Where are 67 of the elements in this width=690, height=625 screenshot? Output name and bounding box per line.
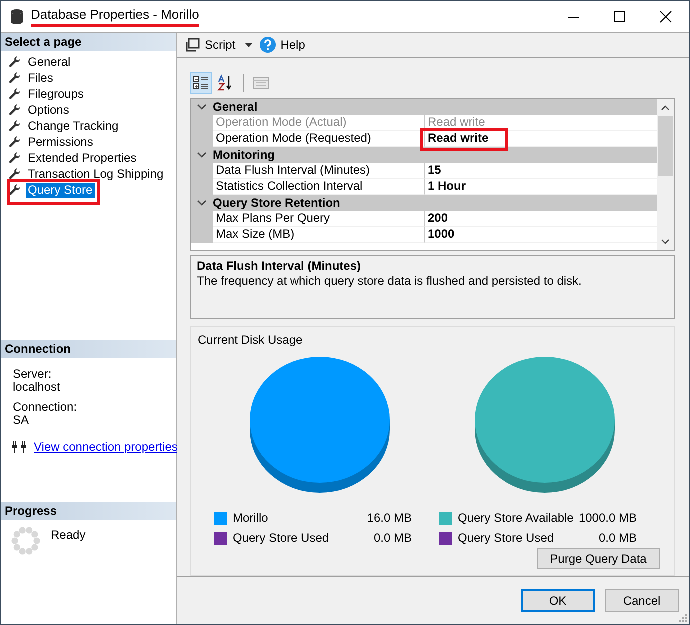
property-name: Max Size (MB) (213, 227, 425, 243)
field-value: SA (13, 414, 30, 427)
script-button[interactable]: Script (205, 38, 236, 52)
page-item[interactable]: Extended Properties (26, 150, 139, 166)
wrench-icon (9, 152, 21, 164)
wrench-icon (9, 184, 21, 196)
scroll-thumb[interactable] (658, 116, 673, 176)
wrench-icon (9, 88, 21, 100)
scrollbar[interactable] (657, 99, 674, 250)
legend-value: 16.0 MB (367, 511, 412, 525)
field-value: localhost (13, 381, 62, 394)
purge-button[interactable]: Purge Query Data (537, 548, 660, 569)
plug-icon (12, 441, 26, 453)
section-header: Progress (1, 502, 176, 520)
property-value[interactable]: 200 (425, 211, 657, 227)
window-title: Database Properties - Morillo (31, 6, 200, 26)
script-icon (186, 38, 200, 52)
page-item[interactable]: Options (26, 102, 72, 118)
section-header: Connection (1, 340, 176, 358)
legend-value: 1000.0 MB (578, 511, 637, 525)
database-icon (10, 8, 24, 24)
legend-value: 0.0 MB (598, 531, 637, 545)
property-value[interactable]: 1000 (425, 227, 657, 243)
spinner-icon (11, 526, 41, 556)
maximize-icon[interactable] (614, 10, 626, 22)
help-button[interactable]: Help (280, 38, 306, 52)
field-label: Connection: (13, 401, 78, 414)
page-item[interactable]: Filegroups (26, 86, 86, 102)
page-item[interactable]: Transaction Log Shipping (26, 166, 166, 182)
legend-label: Query Store Available (458, 511, 575, 525)
category-header: Query Store Retention (213, 196, 340, 210)
resize-grip-icon[interactable] (679, 614, 687, 622)
wrench-icon (9, 56, 21, 68)
legend-value: 0.0 MB (374, 531, 412, 545)
row-gutter (191, 227, 213, 243)
close-icon[interactable] (660, 10, 672, 22)
categorized-view-button[interactable] (190, 72, 212, 94)
dialog-button[interactable]: OK (521, 589, 595, 612)
wrench-icon (9, 72, 21, 84)
property-name: Data Flush Interval (Minutes) (213, 163, 425, 179)
section-header: Select a page (1, 33, 176, 51)
description-title: Data Flush Interval (Minutes) (197, 259, 362, 273)
dialog-button[interactable]: Cancel (605, 589, 679, 612)
description-text: The frequency at which query store data is flushed and persisted to disk. (197, 274, 583, 288)
page-item[interactable]: Files (26, 70, 56, 86)
legend-label: Morillo (233, 511, 270, 525)
caret-icon[interactable] (244, 42, 253, 48)
legend-label: Query Store Used (233, 531, 330, 545)
page-item[interactable]: Permissions (26, 134, 96, 150)
page-item[interactable]: Change Tracking (26, 118, 121, 134)
category-header: General (213, 100, 258, 114)
help-icon (260, 37, 276, 53)
page-item[interactable]: Query Store (26, 182, 95, 198)
property-value[interactable]: 15 (425, 163, 657, 179)
progress-status: Ready (51, 528, 86, 542)
field-label: Server: (13, 368, 53, 381)
connection-properties-link[interactable]: View connection properties (34, 440, 178, 454)
property-name: Operation Mode (Actual) (213, 115, 425, 131)
property-name: Max Plans Per Query (213, 211, 425, 227)
page-item[interactable]: General (26, 54, 73, 70)
legend-label: Query Store Used (458, 531, 556, 545)
panel-title: Current Disk Usage (198, 333, 304, 347)
wrench-icon (9, 104, 21, 116)
category-header: Monitoring (213, 148, 275, 162)
wrench-icon (9, 136, 21, 148)
wrench-icon (9, 120, 21, 132)
wrench-icon (9, 168, 21, 180)
